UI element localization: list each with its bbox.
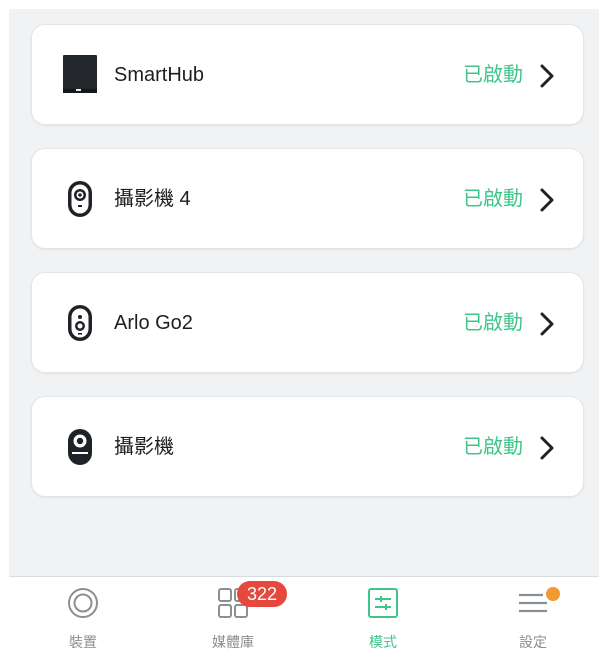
tab-devices[interactable]: 裝置	[23, 577, 143, 651]
device-status: 已啟動	[463, 64, 523, 86]
chevron-right-icon	[536, 435, 558, 461]
device-status: 已啟動	[463, 436, 523, 458]
device-name: SmartHub	[114, 64, 205, 86]
tab-label: 模式	[369, 634, 397, 650]
notification-badge: 322	[237, 581, 288, 607]
device-name: 攝影機	[114, 436, 174, 458]
device-status: 已啟動	[463, 312, 523, 334]
smarthub-icon	[60, 55, 100, 95]
app-screen: SmartHub 已啟動 攝影機 4 已啟動 Arlo Go2 已啟動 攝影機 …	[9, 9, 599, 650]
tab-label: 設定	[519, 634, 547, 650]
tab-library[interactable]: 322 媒體庫	[173, 577, 293, 651]
device-card-smarthub[interactable]: SmartHub 已啟動	[31, 24, 584, 125]
bottom-tab-bar: 裝置 322 媒體庫 模式 設定	[9, 576, 599, 651]
device-status: 已啟動	[463, 188, 523, 210]
camera-icon	[60, 179, 100, 219]
device-name: 攝影機 4	[114, 188, 191, 210]
tab-settings[interactable]: 設定	[473, 577, 593, 651]
chevron-right-icon	[536, 187, 558, 213]
device-card-camera-4[interactable]: 攝影機 4 已啟動	[31, 148, 584, 249]
device-card-camera[interactable]: 攝影機 已啟動	[31, 396, 584, 497]
tab-label: 裝置	[69, 634, 97, 650]
devices-icon	[67, 587, 99, 619]
modes-icon	[367, 587, 399, 619]
notification-dot	[546, 587, 560, 601]
settings-menu-icon	[517, 587, 549, 619]
arlo-go-camera-icon	[60, 303, 100, 343]
chevron-right-icon	[536, 63, 558, 89]
device-card-arlo-go2[interactable]: Arlo Go2 已啟動	[31, 272, 584, 373]
camera-icon	[60, 427, 100, 467]
tab-modes[interactable]: 模式	[323, 577, 443, 651]
tab-label: 媒體庫	[212, 634, 254, 650]
chevron-right-icon	[536, 311, 558, 337]
device-name: Arlo Go2	[114, 312, 193, 334]
